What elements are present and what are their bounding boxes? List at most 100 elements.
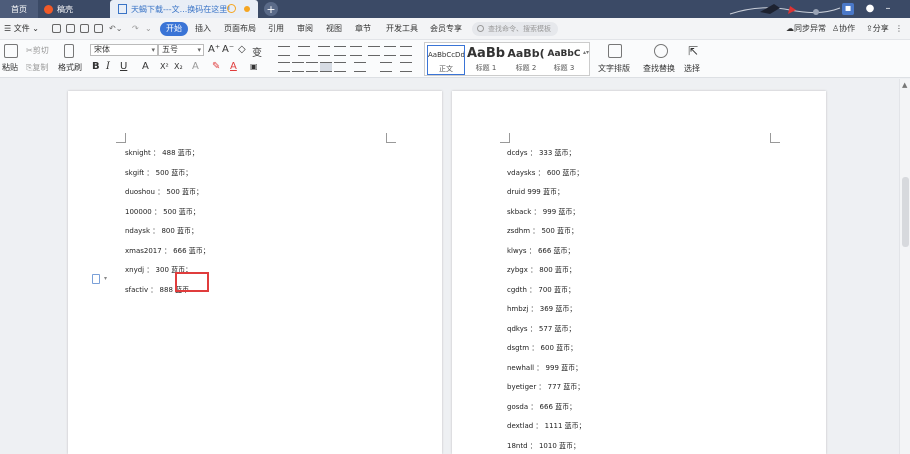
print-icon[interactable]	[94, 24, 103, 33]
justify-icon[interactable]	[320, 62, 332, 72]
new-doc-icon[interactable]	[52, 24, 61, 33]
show-marks-icon[interactable]	[384, 46, 396, 56]
tab-references[interactable]: 引用	[268, 22, 284, 36]
tab-review[interactable]: 审阅	[297, 22, 313, 36]
font-name-value: 宋体	[94, 45, 110, 54]
style-heading-2[interactable]: AaBb( 标题 2	[507, 45, 545, 75]
page-left[interactable]: sknight ： 488 蓝币； skgift ： 500 蓝币； duosh…	[68, 91, 442, 454]
sync-status-button[interactable]: ☁同步异常	[786, 22, 826, 36]
tab-document[interactable]: 天蝎下载---文...换码在这里!	[110, 0, 258, 18]
highlight-icon[interactable]: ✎	[212, 60, 220, 73]
tab-home-ribbon[interactable]: 开始	[160, 22, 188, 36]
unsaved-dot-icon	[244, 6, 250, 12]
text-layout-icon[interactable]	[608, 44, 622, 58]
bold-button[interactable]: B	[92, 60, 100, 73]
scroll-up-icon[interactable]: ▲	[902, 81, 907, 89]
subscript-icon[interactable]: X₂	[174, 60, 183, 73]
more-menu-icon[interactable]: ⋮	[895, 22, 903, 36]
scrollbar-thumb[interactable]	[902, 177, 909, 247]
pinyin-icon[interactable]: 变	[252, 44, 262, 59]
text-line: qdkys ： 577 蓝币；	[507, 325, 576, 333]
tab-leader-icon[interactable]	[400, 46, 412, 56]
bullet-list-icon[interactable]	[278, 46, 290, 56]
sort-icon[interactable]	[368, 46, 380, 56]
line-spacing-icon[interactable]	[354, 62, 366, 72]
font-shrink-icon[interactable]: A⁻	[222, 44, 234, 55]
avatar[interactable]: ●	[864, 3, 876, 15]
format-painter-button[interactable]: 格式刷	[58, 62, 82, 73]
font-size-select[interactable]: 五号 ▾	[158, 44, 204, 56]
style-heading-3-sample: AaBbC	[547, 49, 581, 59]
find-replace-icon[interactable]	[654, 44, 668, 58]
style-heading-3[interactable]: AaBbC 标题 3	[547, 45, 581, 75]
text-line: duoshou ： 500 蓝币；	[125, 188, 204, 196]
share-button[interactable]: ⇪分享	[866, 22, 889, 36]
minimize-icon[interactable]: –	[882, 3, 894, 15]
border-icon[interactable]	[400, 62, 412, 72]
tab-review-label: 审阅	[297, 24, 313, 33]
italic-button[interactable]: I	[106, 60, 110, 73]
numbered-list-icon[interactable]	[298, 46, 310, 56]
font-grow-icon[interactable]: A⁺	[208, 44, 220, 55]
distributed-icon[interactable]	[334, 62, 346, 72]
styles-scroll-icon[interactable]: ▴▾	[583, 49, 589, 56]
strikethrough-icon[interactable]: A	[142, 60, 149, 73]
cut-button[interactable]: ✂剪切	[26, 45, 49, 56]
tab-developer[interactable]: 开发工具	[386, 22, 418, 36]
plus-icon: +	[266, 2, 276, 16]
shading-icon[interactable]	[380, 62, 392, 72]
tab-insert[interactable]: 插入	[195, 22, 211, 36]
command-search-input[interactable]: 查找命令、搜索模板	[472, 22, 558, 36]
superscript-icon[interactable]: X²	[160, 60, 169, 73]
tab-view[interactable]: 视图	[326, 22, 342, 36]
font-color-icon[interactable]: A	[230, 60, 237, 73]
style-heading-2-sample: AaBb(	[507, 47, 545, 60]
tab-member[interactable]: 会员专享	[430, 22, 462, 36]
paragraph-layout-icon[interactable]	[92, 274, 100, 284]
tab-view-label: 视图	[326, 24, 342, 33]
text-line: 18ntd ： 1010 蓝币；	[507, 442, 581, 450]
select-button[interactable]: 选择	[684, 63, 700, 74]
text-line: xmas2017 ： 666 蓝币；	[125, 247, 210, 255]
margin-corner-mark	[116, 133, 126, 143]
text-layout-button[interactable]: 文字排版	[598, 63, 630, 74]
align-right-icon[interactable]	[306, 62, 318, 72]
file-menu[interactable]: ☰ 文件 ⌄	[4, 22, 39, 36]
notification-badge-icon[interactable]: ▪	[842, 3, 854, 15]
tab-home[interactable]: 首页	[0, 0, 38, 18]
style-normal-name: 正文	[439, 65, 453, 73]
clear-format-icon[interactable]: ◇	[238, 44, 246, 55]
document-area[interactable]: sknight ： 488 蓝币； skgift ： 500 蓝币； duosh…	[0, 79, 910, 454]
format-painter-icon[interactable]	[64, 44, 74, 58]
font-name-select[interactable]: 宋体 ▾	[90, 44, 158, 56]
char-border-icon[interactable]: ▣	[250, 60, 258, 73]
collaborate-button[interactable]: ♙协作	[832, 22, 855, 36]
tab-draft[interactable]: 稿壳	[38, 0, 110, 18]
copy-button[interactable]: ⎘复制	[26, 62, 48, 73]
align-center-icon[interactable]	[292, 62, 304, 72]
style-normal[interactable]: AaBbCcDd 正文	[427, 45, 465, 75]
align-left-icon[interactable]	[278, 62, 290, 72]
new-tab-button[interactable]: +	[264, 2, 278, 16]
style-heading-1[interactable]: AaBb 标题 1	[467, 45, 505, 75]
underline-button[interactable]: U	[120, 60, 127, 73]
undo-icon[interactable]: ↶⌄	[109, 22, 122, 36]
sync-status-label: 同步异常	[794, 24, 826, 33]
open-icon[interactable]	[66, 24, 75, 33]
chevron-down-icon[interactable]: ▾	[104, 275, 107, 282]
save-icon[interactable]	[80, 24, 89, 33]
tab-chapter[interactable]: 章节	[355, 22, 371, 36]
select-cursor-icon[interactable]: ⇱	[688, 44, 698, 58]
chinese-layout-icon[interactable]	[350, 46, 362, 56]
quick-access-dropdown-icon[interactable]: ⌄	[145, 22, 152, 36]
increase-indent-icon[interactable]	[334, 46, 346, 56]
decrease-indent-icon[interactable]	[318, 46, 330, 56]
paste-icon[interactable]	[4, 44, 18, 58]
find-replace-button[interactable]: 查找替换	[643, 63, 675, 74]
vertical-scrollbar[interactable]: ▲	[899, 79, 910, 454]
paste-button[interactable]: 粘贴	[2, 62, 18, 73]
text-effect-icon[interactable]: A	[192, 60, 199, 73]
tab-page-layout[interactable]: 页面布局	[224, 22, 256, 36]
page-right[interactable]: dcdys ： 333 蓝币； vdaysks ： 600 蓝币； druid …	[452, 91, 826, 454]
redo-icon[interactable]: ↷	[132, 22, 139, 36]
